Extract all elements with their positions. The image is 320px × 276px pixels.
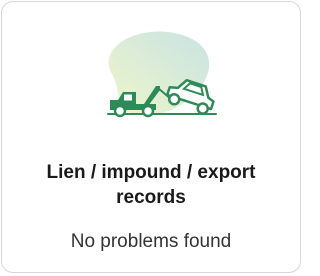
towed-car-wheel-front — [167, 93, 181, 106]
tow-truck-wheel-front — [113, 104, 127, 118]
status-text: No problems found — [70, 231, 232, 252]
tow-truck-icon — [107, 31, 217, 118]
towed-car-wheel-rear — [196, 102, 209, 115]
tow-truck-illustration — [90, 16, 220, 136]
lien-impound-export-card[interactable]: Lien / impound / export records No probl… — [1, 1, 301, 273]
tow-truck-window — [124, 94, 132, 101]
card-title: Lien / impound / export records — [46, 162, 256, 208]
tow-truck-wheel-rear — [141, 104, 155, 118]
